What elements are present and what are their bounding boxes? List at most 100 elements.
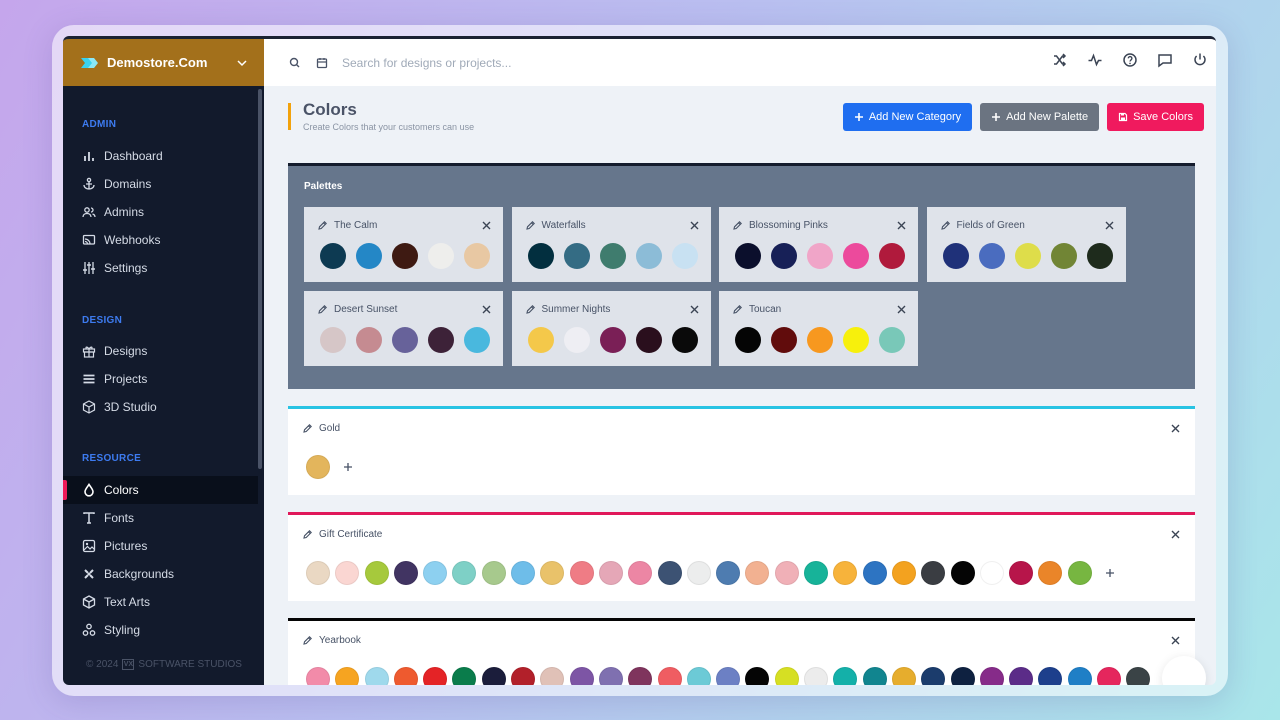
color-swatch[interactable] (481, 561, 506, 585)
color-swatch[interactable] (735, 243, 761, 269)
calendar-icon[interactable] (315, 56, 329, 70)
color-swatch[interactable] (540, 667, 565, 685)
color-swatch[interactable] (598, 561, 623, 585)
color-swatch[interactable] (392, 243, 418, 269)
sidebar-item-fonts[interactable]: Fonts (63, 504, 258, 532)
color-swatch[interactable] (481, 667, 506, 685)
color-swatch[interactable] (635, 243, 662, 269)
color-swatch[interactable] (879, 243, 905, 269)
palette-card[interactable]: Desert Sunset (304, 291, 503, 366)
color-swatch[interactable] (1050, 243, 1077, 269)
color-swatch[interactable] (1014, 243, 1041, 269)
color-swatch[interactable] (393, 561, 418, 585)
close-icon[interactable] (690, 221, 699, 230)
color-swatch[interactable] (804, 561, 829, 585)
color-swatch[interactable] (1009, 667, 1034, 685)
color-swatch[interactable] (320, 243, 346, 269)
color-swatch[interactable] (921, 667, 946, 685)
color-swatch[interactable] (335, 667, 360, 685)
color-swatch[interactable] (735, 327, 761, 353)
sidebar-item-styling[interactable]: Styling (63, 616, 258, 644)
power-icon[interactable] (1192, 52, 1208, 68)
color-swatch[interactable] (891, 561, 916, 585)
color-swatch[interactable] (862, 561, 887, 585)
activity-icon[interactable] (1087, 52, 1103, 68)
sidebar-item-projects[interactable]: Projects (63, 365, 157, 393)
close-icon[interactable] (690, 305, 699, 314)
color-swatch[interactable] (862, 667, 887, 685)
sidebar-item-backgrounds[interactable]: Backgrounds (63, 560, 258, 588)
color-swatch[interactable] (891, 667, 916, 685)
color-swatch[interactable] (364, 667, 389, 685)
color-swatch[interactable] (428, 243, 454, 269)
edit-pencil-icon[interactable] (302, 635, 313, 646)
color-swatch[interactable] (671, 243, 698, 269)
color-swatch[interactable] (942, 243, 969, 269)
color-swatch[interactable] (1067, 667, 1092, 685)
color-swatch[interactable] (306, 561, 330, 585)
sidebar-item-3d-studio[interactable]: 3D Studio (63, 393, 157, 421)
color-swatch[interactable] (979, 667, 1004, 685)
color-swatch[interactable] (1067, 561, 1092, 585)
color-swatch[interactable] (511, 561, 536, 585)
edit-pencil-icon[interactable] (302, 423, 313, 434)
sidebar-item-settings[interactable]: Settings (63, 254, 163, 282)
save-colors-button[interactable]: Save Colors (1107, 103, 1204, 131)
color-swatch[interactable] (771, 243, 797, 269)
color-swatch[interactable] (774, 667, 799, 685)
add-palette-button[interactable]: Add New Palette (980, 103, 1100, 131)
color-swatch[interactable] (356, 243, 382, 269)
sidebar-item-dashboard[interactable]: Dashboard (63, 142, 163, 170)
color-swatch[interactable] (716, 561, 741, 585)
sidebar-scrollbar[interactable] (258, 89, 262, 469)
color-swatch[interactable] (979, 561, 1004, 585)
close-icon[interactable] (1171, 424, 1180, 433)
color-swatch[interactable] (392, 327, 418, 353)
color-swatch[interactable] (599, 327, 626, 353)
sidebar-item-admins[interactable]: Admins (63, 198, 163, 226)
close-icon[interactable] (482, 221, 491, 230)
color-swatch[interactable] (464, 327, 490, 353)
search-icon[interactable] (288, 56, 302, 70)
color-swatch[interactable] (540, 561, 565, 585)
color-swatch[interactable] (364, 561, 389, 585)
palette-card[interactable]: The Calm (304, 207, 503, 282)
color-swatch[interactable] (628, 561, 653, 585)
close-icon[interactable] (897, 305, 906, 314)
color-swatch[interactable] (423, 667, 448, 685)
store-switcher[interactable]: Demostore.Com (63, 39, 264, 86)
close-icon[interactable] (1171, 530, 1180, 539)
palette-card[interactable]: Blossoming Pinks (719, 207, 918, 282)
color-swatch[interactable] (428, 327, 454, 353)
sidebar-item-domains[interactable]: Domains (63, 170, 163, 198)
color-swatch[interactable] (511, 667, 536, 685)
sidebar-item-webhooks[interactable]: Webhooks (63, 226, 163, 254)
edit-pencil-icon[interactable] (940, 220, 951, 231)
edit-pencil-icon[interactable] (317, 220, 328, 231)
close-icon[interactable] (482, 305, 491, 314)
sidebar-item-designs[interactable]: Designs (63, 337, 157, 365)
sidebar-item-pictures[interactable]: Pictures (63, 532, 258, 560)
color-swatch[interactable] (527, 243, 554, 269)
color-swatch[interactable] (628, 667, 653, 685)
palette-card[interactable]: Toucan (719, 291, 918, 366)
search-input[interactable] (342, 55, 862, 70)
palette-card[interactable]: Fields of Green (926, 207, 1126, 282)
color-swatch[interactable] (599, 243, 626, 269)
message-icon[interactable] (1157, 52, 1173, 68)
close-icon[interactable] (897, 221, 906, 230)
color-swatch[interactable] (1038, 561, 1063, 585)
color-swatch[interactable] (569, 667, 594, 685)
color-swatch[interactable] (598, 667, 623, 685)
palette-card[interactable]: Summer Nights (511, 291, 711, 366)
color-swatch[interactable] (804, 667, 829, 685)
color-swatch[interactable] (1009, 561, 1034, 585)
color-swatch[interactable] (950, 667, 975, 685)
color-swatch[interactable] (843, 243, 869, 269)
color-swatch[interactable] (393, 667, 418, 685)
chevron-down-icon[interactable] (236, 57, 248, 69)
shuffle-icon[interactable] (1052, 52, 1068, 68)
color-swatch[interactable] (452, 667, 477, 685)
color-swatch[interactable] (950, 561, 975, 585)
edit-pencil-icon[interactable] (525, 220, 536, 231)
